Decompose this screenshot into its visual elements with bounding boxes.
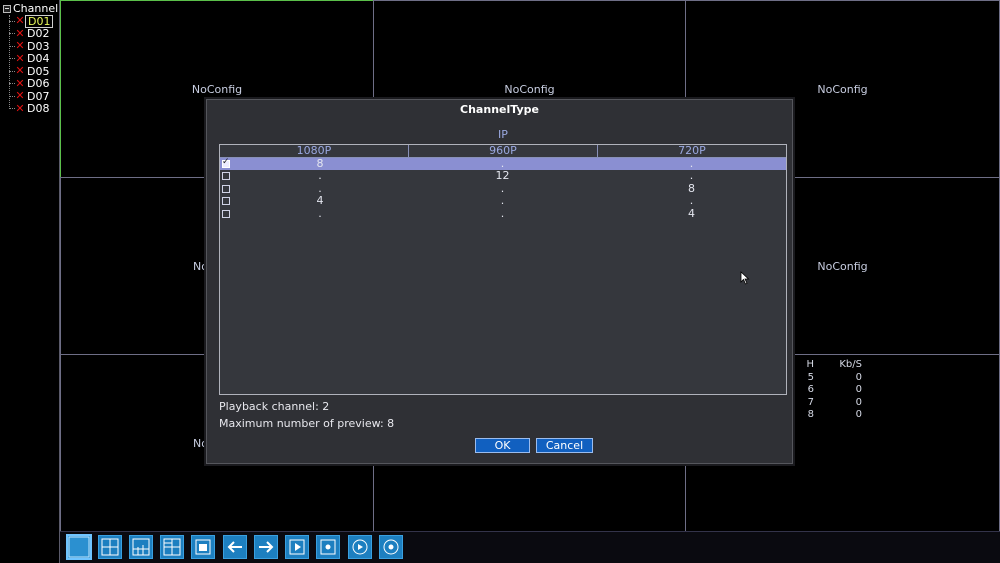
disconnected-icon: ✕ (15, 14, 25, 27)
table-row[interactable]: . . 8 (220, 181, 786, 195)
channel-item-d07[interactable]: ✕ D07 (9, 90, 51, 102)
channel-tree-root[interactable]: Channel (3, 2, 58, 15)
sixteen-view-icon (163, 538, 181, 556)
nine-view-button[interactable] (129, 535, 153, 559)
channel-type-dialog: ChannelType IP 1080P 960P 720P 8 . . . 1… (206, 99, 793, 464)
channel-item-d05[interactable]: ✕ D05 (9, 65, 51, 77)
table-row[interactable]: . 12 . (220, 170, 786, 182)
disconnected-icon: ✕ (15, 39, 25, 52)
noconfig-label: NoConfig (504, 83, 555, 96)
disconnected-icon: ✕ (15, 51, 25, 65)
table-row[interactable]: . . 4 (220, 206, 786, 220)
cell-960p: . (500, 206, 505, 220)
nine-view-icon (132, 538, 150, 556)
ip-group-label: IP (498, 128, 508, 141)
cell-960p: . (500, 181, 505, 195)
disconnected-icon: ✕ (15, 101, 25, 115)
cell-960p: 12 (495, 169, 510, 182)
stats-kbs: 0 (855, 384, 862, 395)
stats-header-kbs: Kb/S (839, 359, 862, 370)
disconnected-icon: ✕ (15, 26, 25, 40)
next-button[interactable] (254, 535, 278, 559)
channel-label: D07 (27, 89, 50, 103)
channel-item-d06[interactable]: ✕ D06 (9, 76, 51, 90)
playback-icon (289, 539, 305, 555)
dialog-title: ChannelType (460, 103, 539, 116)
cell-720p: 8 (688, 181, 695, 195)
mouse-cursor-icon (740, 271, 750, 285)
channel-label: D03 (27, 39, 50, 53)
cell-1080p: 8 (316, 156, 324, 170)
quad-view-button[interactable] (98, 535, 122, 559)
single-view-button[interactable] (66, 534, 92, 560)
channel-item-d03[interactable]: ✕ D03 (9, 40, 51, 52)
noconfig-label: NoConfig (191, 83, 243, 96)
stop-icon (195, 539, 211, 555)
playback-button[interactable] (285, 535, 309, 559)
quad-view-icon (101, 538, 119, 556)
arrow-left-icon (227, 541, 242, 553)
cell-720p: . (689, 169, 694, 182)
stats-kbs: 0 (855, 396, 862, 408)
play-circle-button[interactable] (348, 535, 372, 559)
channel-label: D02 (27, 27, 50, 40)
cell-1080p: . (318, 169, 322, 182)
ok-button[interactable]: OK (475, 438, 530, 453)
stats-kbs: 0 (855, 409, 862, 420)
cell-1080p: . (318, 181, 322, 195)
channel-item-d02[interactable]: ✕ D02 (9, 26, 51, 40)
collapse-icon[interactable] (3, 4, 11, 13)
single-view-icon (68, 536, 90, 558)
bottom-toolbar (60, 531, 1000, 563)
channel-label: D06 (27, 77, 50, 90)
cell-720p: . (689, 156, 694, 170)
play-circle-icon (352, 539, 368, 555)
stop-button[interactable] (191, 535, 215, 559)
channel-item-d08[interactable]: ✕ D08 (9, 101, 51, 115)
cancel-button[interactable]: Cancel (536, 438, 593, 453)
max-preview-text: Maximum number of preview: 8 (219, 417, 395, 430)
disconnected-icon: ✕ (15, 76, 25, 90)
channel-type-table: 1080P 960P 720P 8 . . . 12 . . . 8 4 . . (219, 144, 787, 395)
channel-label: D01 (25, 14, 54, 28)
table-row[interactable]: 4 . . (220, 195, 786, 207)
column-header-960p: 960P (408, 145, 597, 157)
cell-960p: . (500, 156, 505, 170)
cell-720p: 4 (688, 206, 695, 220)
column-header-1080p: 1080P (296, 144, 332, 157)
sixteen-view-button[interactable] (160, 535, 184, 559)
dot-circle-icon (383, 539, 399, 555)
channel-tree: Channel ✕ D01 ✕ D02 ✕ D03 ✕ D04 ✕ D05 ✕ … (0, 0, 60, 563)
disconnected-icon: ✕ (15, 89, 25, 102)
noconfig-label: NoConfig (817, 83, 868, 96)
stats-kbs: 0 (855, 371, 862, 383)
cell-720p: . (689, 194, 694, 207)
channel-label: D04 (27, 52, 50, 65)
record-button[interactable] (316, 535, 340, 559)
cell-1080p: . (318, 206, 322, 220)
channel-item-d04[interactable]: ✕ D04 (9, 51, 51, 65)
dot-circle-button[interactable] (379, 535, 403, 559)
channel-label: D08 (27, 102, 50, 115)
table-row[interactable]: 8 . . (220, 156, 786, 170)
column-header-720p: 720P (597, 145, 786, 157)
arrow-right-icon (259, 541, 274, 553)
cell-1080p: 4 (316, 194, 324, 207)
record-icon (320, 539, 336, 555)
channel-label: D05 (27, 64, 50, 78)
playback-channel-text: Playback channel: 2 (219, 400, 330, 413)
channel-item-d01[interactable]: ✕ D01 (9, 14, 54, 28)
cell-960p: . (500, 194, 505, 207)
disconnected-icon: ✕ (15, 64, 25, 77)
previous-button[interactable] (223, 535, 247, 559)
